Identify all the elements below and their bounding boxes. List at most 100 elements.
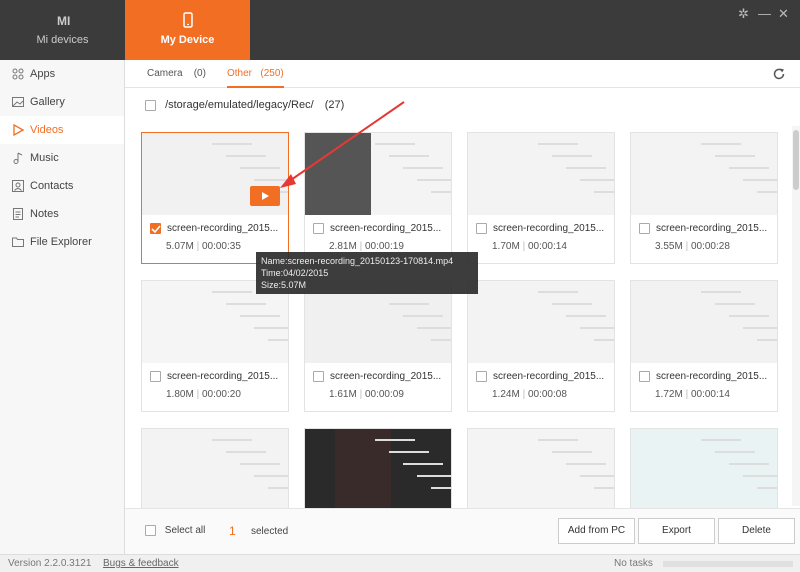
video-size: 1.24M [492, 389, 520, 400]
video-size: 2.81M [329, 241, 357, 252]
thumbnail-line [715, 155, 755, 157]
folder-icon [12, 237, 24, 247]
folder-path: /storage/emulated/legacy/Rec/ [165, 99, 314, 111]
thumbnail-line [431, 191, 451, 193]
tooltip-time: Time:04/02/2015 [261, 268, 329, 278]
thumbnail-line [566, 463, 606, 465]
sidebar-item-label: Contacts [30, 180, 74, 192]
video-thumbnail[interactable] [468, 281, 614, 363]
video-select-checkbox[interactable] [150, 371, 161, 382]
thumbnail-line [715, 303, 755, 305]
scrollbar-thumb[interactable] [793, 130, 799, 190]
thumbnail-line [226, 303, 266, 305]
image-icon [12, 97, 24, 107]
video-thumbnail[interactable] [631, 133, 777, 215]
video-card[interactable]: screen-recording_2015... 1.24M | 00:00:08 [467, 280, 615, 412]
version-text: Version 2.2.0.3121 [8, 558, 92, 569]
video-card[interactable]: screen-recording_2015... 1.80M | 00:00:20 [141, 280, 289, 412]
minimize-icon[interactable]: — [758, 6, 771, 21]
video-thumbnail[interactable] [142, 429, 288, 511]
sidebar-item-file-explorer[interactable]: File Explorer [0, 228, 124, 256]
thumbnail-line [701, 143, 741, 145]
tab-camera[interactable]: Camera (0) [147, 60, 206, 88]
video-card[interactable]: screen-recording_2015... 2.81M | 00:00:19 [304, 132, 452, 264]
sidebar-item-apps[interactable]: Apps [0, 60, 124, 88]
video-thumbnail[interactable] [142, 133, 288, 215]
video-select-checkbox[interactable] [476, 371, 487, 382]
check-icon [151, 225, 161, 234]
sidebar-item-label: Music [30, 152, 59, 164]
task-progress-bar [663, 561, 793, 567]
video-thumbnail[interactable] [305, 133, 451, 215]
video-source-tabs: Camera (0) Other (250) [125, 60, 800, 88]
tab-mi-devices[interactable]: MI Mi devices [0, 0, 125, 60]
video-thumbnail[interactable] [631, 281, 777, 363]
video-thumbnail[interactable] [305, 429, 451, 511]
video-select-checkbox[interactable] [639, 371, 650, 382]
refresh-icon[interactable] [772, 67, 786, 81]
video-thumbnail[interactable] [631, 429, 777, 511]
tasks-status: No tasks [614, 558, 653, 569]
close-icon[interactable]: ✕ [778, 6, 789, 22]
video-select-checkbox[interactable] [313, 223, 324, 234]
sidebar-item-gallery[interactable]: Gallery [0, 88, 124, 116]
thumbnail-line [701, 291, 741, 293]
delete-button[interactable]: Delete [718, 518, 795, 544]
thumbnail-line [389, 451, 429, 453]
video-filename-row: screen-recording_2015... [639, 371, 771, 382]
video-meta: 2.81M | 00:00:19 [329, 241, 404, 252]
video-meta: 1.61M | 00:00:09 [329, 389, 404, 400]
tab-other[interactable]: Other (250) [227, 60, 284, 88]
select-all-label: Select all [164, 525, 206, 537]
mi-logo-icon: MI [57, 14, 70, 28]
video-duration: 00:00:20 [201, 389, 241, 400]
meta-separator: | [519, 241, 528, 252]
video-filename: screen-recording_2015... [330, 223, 442, 235]
video-card[interactable]: screen-recording_2015... 1.70M | 00:00:14 [467, 132, 615, 264]
select-all-checkbox[interactable] [145, 525, 156, 536]
video-card[interactable]: screen-recording_2015... 1.72M | 00:00:14 [630, 280, 778, 412]
play-button[interactable] [250, 186, 280, 206]
thumbnail-line [594, 339, 614, 341]
folder-count: (27) [324, 99, 345, 111]
sidebar-item-contacts[interactable]: Contacts [0, 172, 124, 200]
video-filename-row: screen-recording_2015... [313, 223, 445, 234]
thumbnail-line [375, 439, 415, 441]
video-card[interactable]: screen-recording_2015... 1.61M | 00:00:09 [304, 280, 452, 412]
sidebar-item-notes[interactable]: Notes [0, 200, 124, 228]
meta-separator: | [356, 389, 365, 400]
thumbnail-line [757, 339, 777, 341]
thumbnail-line [226, 155, 266, 157]
add-from-pc-button[interactable]: Add from PC [558, 518, 635, 544]
thumbnail-line [701, 439, 741, 441]
tab-my-device[interactable]: My Device [125, 0, 250, 60]
thumbnail-line [212, 291, 252, 293]
sidebar-item-music[interactable]: Music [0, 144, 124, 172]
video-filename: screen-recording_2015... [330, 371, 442, 383]
video-thumbnail[interactable] [468, 429, 614, 511]
selection-bar: Select all 1 selected Add from PC Export… [125, 508, 800, 554]
folder-select-checkbox[interactable] [145, 99, 156, 111]
export-button[interactable]: Export [638, 518, 715, 544]
video-select-checkbox[interactable] [150, 223, 161, 234]
video-select-checkbox[interactable] [313, 371, 324, 382]
video-card[interactable]: screen-recording_2015... 5.07M | 00:00:35 [141, 132, 289, 264]
video-grid: screen-recording_2015... 5.07M | 00:00:35… [141, 132, 781, 540]
video-thumbnail[interactable] [468, 133, 614, 215]
select-all-control[interactable]: Select all [145, 525, 205, 536]
sidebar-item-videos[interactable]: Videos [0, 116, 124, 144]
thumbnail-line [743, 179, 777, 181]
video-select-checkbox[interactable] [639, 223, 650, 234]
selected-count: 1 [229, 524, 236, 538]
settings-gear-icon[interactable]: ✲ [738, 6, 749, 22]
video-meta: 1.24M | 00:00:08 [492, 389, 567, 400]
tooltip-name: Name:screen-recording_20150123-170814.mp… [261, 256, 454, 266]
feedback-link[interactable]: Bugs & feedback [103, 555, 179, 572]
video-filename: screen-recording_2015... [167, 223, 279, 235]
thumbnail-dark-area [305, 133, 371, 215]
video-duration: 00:00:09 [364, 389, 404, 400]
thumbnail-line [254, 327, 288, 329]
video-card[interactable]: screen-recording_2015... 3.55M | 00:00:28 [630, 132, 778, 264]
sidebar-item-label: File Explorer [30, 236, 92, 248]
video-select-checkbox[interactable] [476, 223, 487, 234]
